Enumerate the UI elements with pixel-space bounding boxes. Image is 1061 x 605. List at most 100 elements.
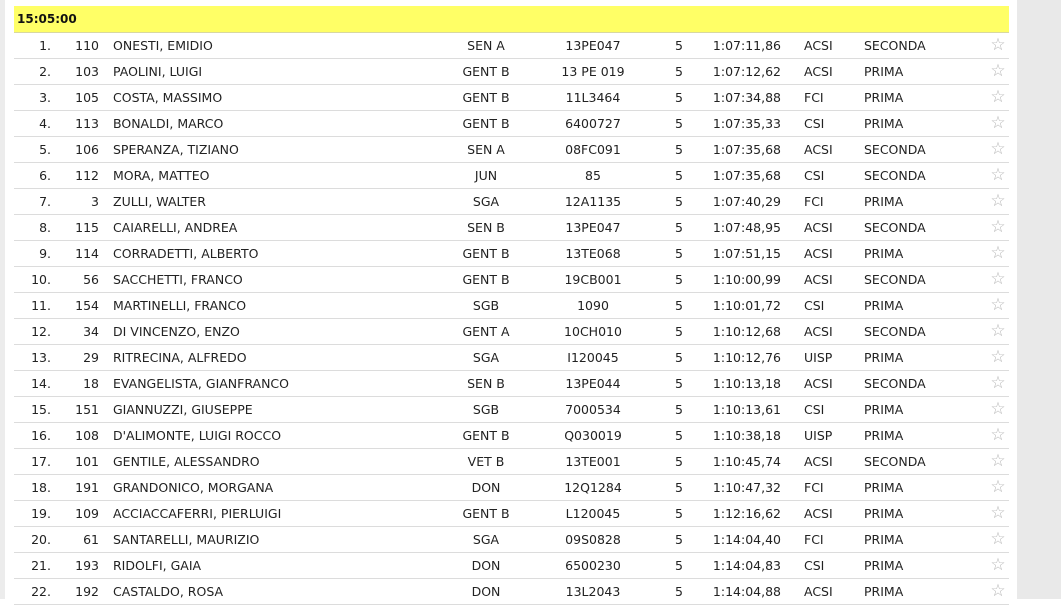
organization: ACSI (804, 272, 833, 287)
table-row: 10. 56 SACCHETTI, FRANCO GENT B 19CB001 5 1:10… (14, 267, 1009, 293)
laps: 5 (675, 558, 683, 573)
bib-number: 110 (75, 38, 99, 53)
star-icon[interactable]: ☆ (988, 475, 1008, 500)
bib-number: 106 (75, 142, 99, 157)
position: 13. (31, 350, 51, 365)
rider-name: GENTILE, ALESSANDRO (113, 454, 260, 469)
license-code: 10CH010 (564, 324, 622, 339)
group: SECONDA (864, 272, 926, 287)
rider-name: CASTALDO, ROSA (113, 584, 224, 599)
organization: CSI (804, 298, 825, 313)
category: SGB (472, 298, 500, 313)
rider-name: CAIARELLI, ANDREA (113, 220, 238, 235)
finish-time: 1:10:12,76 (712, 350, 781, 365)
bib-number: 101 (75, 454, 99, 469)
category: GENT B (462, 246, 510, 261)
group: PRIMA (864, 298, 904, 313)
group: PRIMA (864, 480, 904, 495)
results-table: 15:05:00 1. 110 ONESTI, EMIDIO SEN A 13PE047… (14, 6, 1009, 605)
organization: CSI (804, 402, 825, 417)
category: SEN B (467, 376, 505, 391)
bib-number: 56 (83, 272, 99, 287)
group: SECONDA (864, 38, 926, 53)
star-icon[interactable]: ☆ (988, 33, 1008, 58)
category: VET B (467, 454, 505, 469)
bib-number: 103 (75, 64, 99, 79)
finish-time: 1:07:34,88 (712, 90, 781, 105)
category: SEN B (467, 220, 505, 235)
star-icon[interactable]: ☆ (988, 345, 1008, 370)
rider-name: BONALDI, MARCO (113, 116, 224, 131)
star-icon[interactable]: ☆ (988, 85, 1008, 110)
license-code: 12Q1284 (564, 480, 622, 495)
organization: CSI (804, 558, 825, 573)
license-code: 6400727 (565, 116, 621, 131)
star-icon[interactable]: ☆ (988, 579, 1008, 604)
organization: ACSI (804, 220, 833, 235)
category: SGA (472, 350, 500, 365)
group: SECONDA (864, 168, 926, 183)
star-icon[interactable]: ☆ (988, 189, 1008, 214)
star-icon[interactable]: ☆ (988, 423, 1008, 448)
license-code: 13TE068 (565, 246, 621, 261)
license-code: 13PE044 (565, 376, 621, 391)
laps: 5 (675, 246, 683, 261)
category: SGB (472, 402, 500, 417)
laps: 5 (675, 324, 683, 339)
star-icon[interactable]: ☆ (988, 397, 1008, 422)
finish-time: 1:10:45,74 (712, 454, 781, 469)
bib-number: 192 (75, 584, 99, 599)
organization: ACSI (804, 142, 833, 157)
table-row: 19. 109 ACCIACCAFERRI, PIERLUIGI GENT B L120… (14, 501, 1009, 527)
star-icon[interactable]: ☆ (988, 111, 1008, 136)
star-icon[interactable]: ☆ (988, 319, 1008, 344)
finish-time: 1:10:13,18 (712, 376, 781, 391)
rider-name: SPERANZA, TIZIANO (113, 142, 239, 157)
star-icon[interactable]: ☆ (988, 163, 1008, 188)
star-icon[interactable]: ☆ (988, 215, 1008, 240)
group: PRIMA (864, 506, 904, 521)
rider-name: EVANGELISTA, GIANFRANCO (113, 376, 289, 391)
rider-name: DI VINCENZO, ENZO (113, 324, 240, 339)
license-code: 13 PE 019 (561, 64, 625, 79)
star-icon[interactable]: ☆ (988, 267, 1008, 292)
bib-number: 193 (75, 558, 99, 573)
star-icon[interactable]: ☆ (988, 553, 1008, 578)
star-icon[interactable]: ☆ (988, 137, 1008, 162)
table-row: 4. 113 BONALDI, MARCO GENT B 6400727 5 1:07:35… (14, 111, 1009, 137)
group: PRIMA (864, 428, 904, 443)
bib-number: 3 (91, 194, 99, 209)
rider-name: GRANDONICO, MORGANA (113, 480, 274, 495)
laps: 5 (675, 220, 683, 235)
star-icon[interactable]: ☆ (988, 449, 1008, 474)
group: PRIMA (864, 246, 904, 261)
star-icon[interactable]: ☆ (988, 527, 1008, 552)
group: PRIMA (864, 116, 904, 131)
organization: ACSI (804, 506, 833, 521)
position: 15. (31, 402, 51, 417)
star-icon[interactable]: ☆ (988, 241, 1008, 266)
organization: CSI (804, 168, 825, 183)
bib-number: 154 (75, 298, 99, 313)
finish-time: 1:07:51,15 (712, 246, 781, 261)
table-row: 8. 115 CAIARELLI, ANDREA SEN B 13PE047 5 1:07:… (14, 215, 1009, 241)
group: PRIMA (864, 90, 904, 105)
table-row: 5. 106 SPERANZA, TIZIANO SEN A 08FC091 5 1:07:… (14, 137, 1009, 163)
category: SEN A (467, 142, 505, 157)
position: 2. (39, 64, 51, 79)
table-row: 3. 105 COSTA, MASSIMO GENT B 11L3464 5 1:07:34… (14, 85, 1009, 111)
license-code: 09S0828 (565, 532, 621, 547)
star-icon[interactable]: ☆ (988, 501, 1008, 526)
group: PRIMA (864, 64, 904, 79)
bib-number: 108 (75, 428, 99, 443)
category: SGA (472, 194, 500, 209)
star-icon[interactable]: ☆ (988, 59, 1008, 84)
rider-name: CORRADETTI, ALBERTO (113, 246, 259, 261)
bib-number: 113 (75, 116, 99, 131)
star-icon[interactable]: ☆ (988, 293, 1008, 318)
organization: ACSI (804, 246, 833, 261)
finish-time: 1:07:35,68 (712, 168, 781, 183)
finish-time: 1:10:13,61 (712, 402, 781, 417)
star-icon[interactable]: ☆ (988, 371, 1008, 396)
position: 4. (39, 116, 51, 131)
